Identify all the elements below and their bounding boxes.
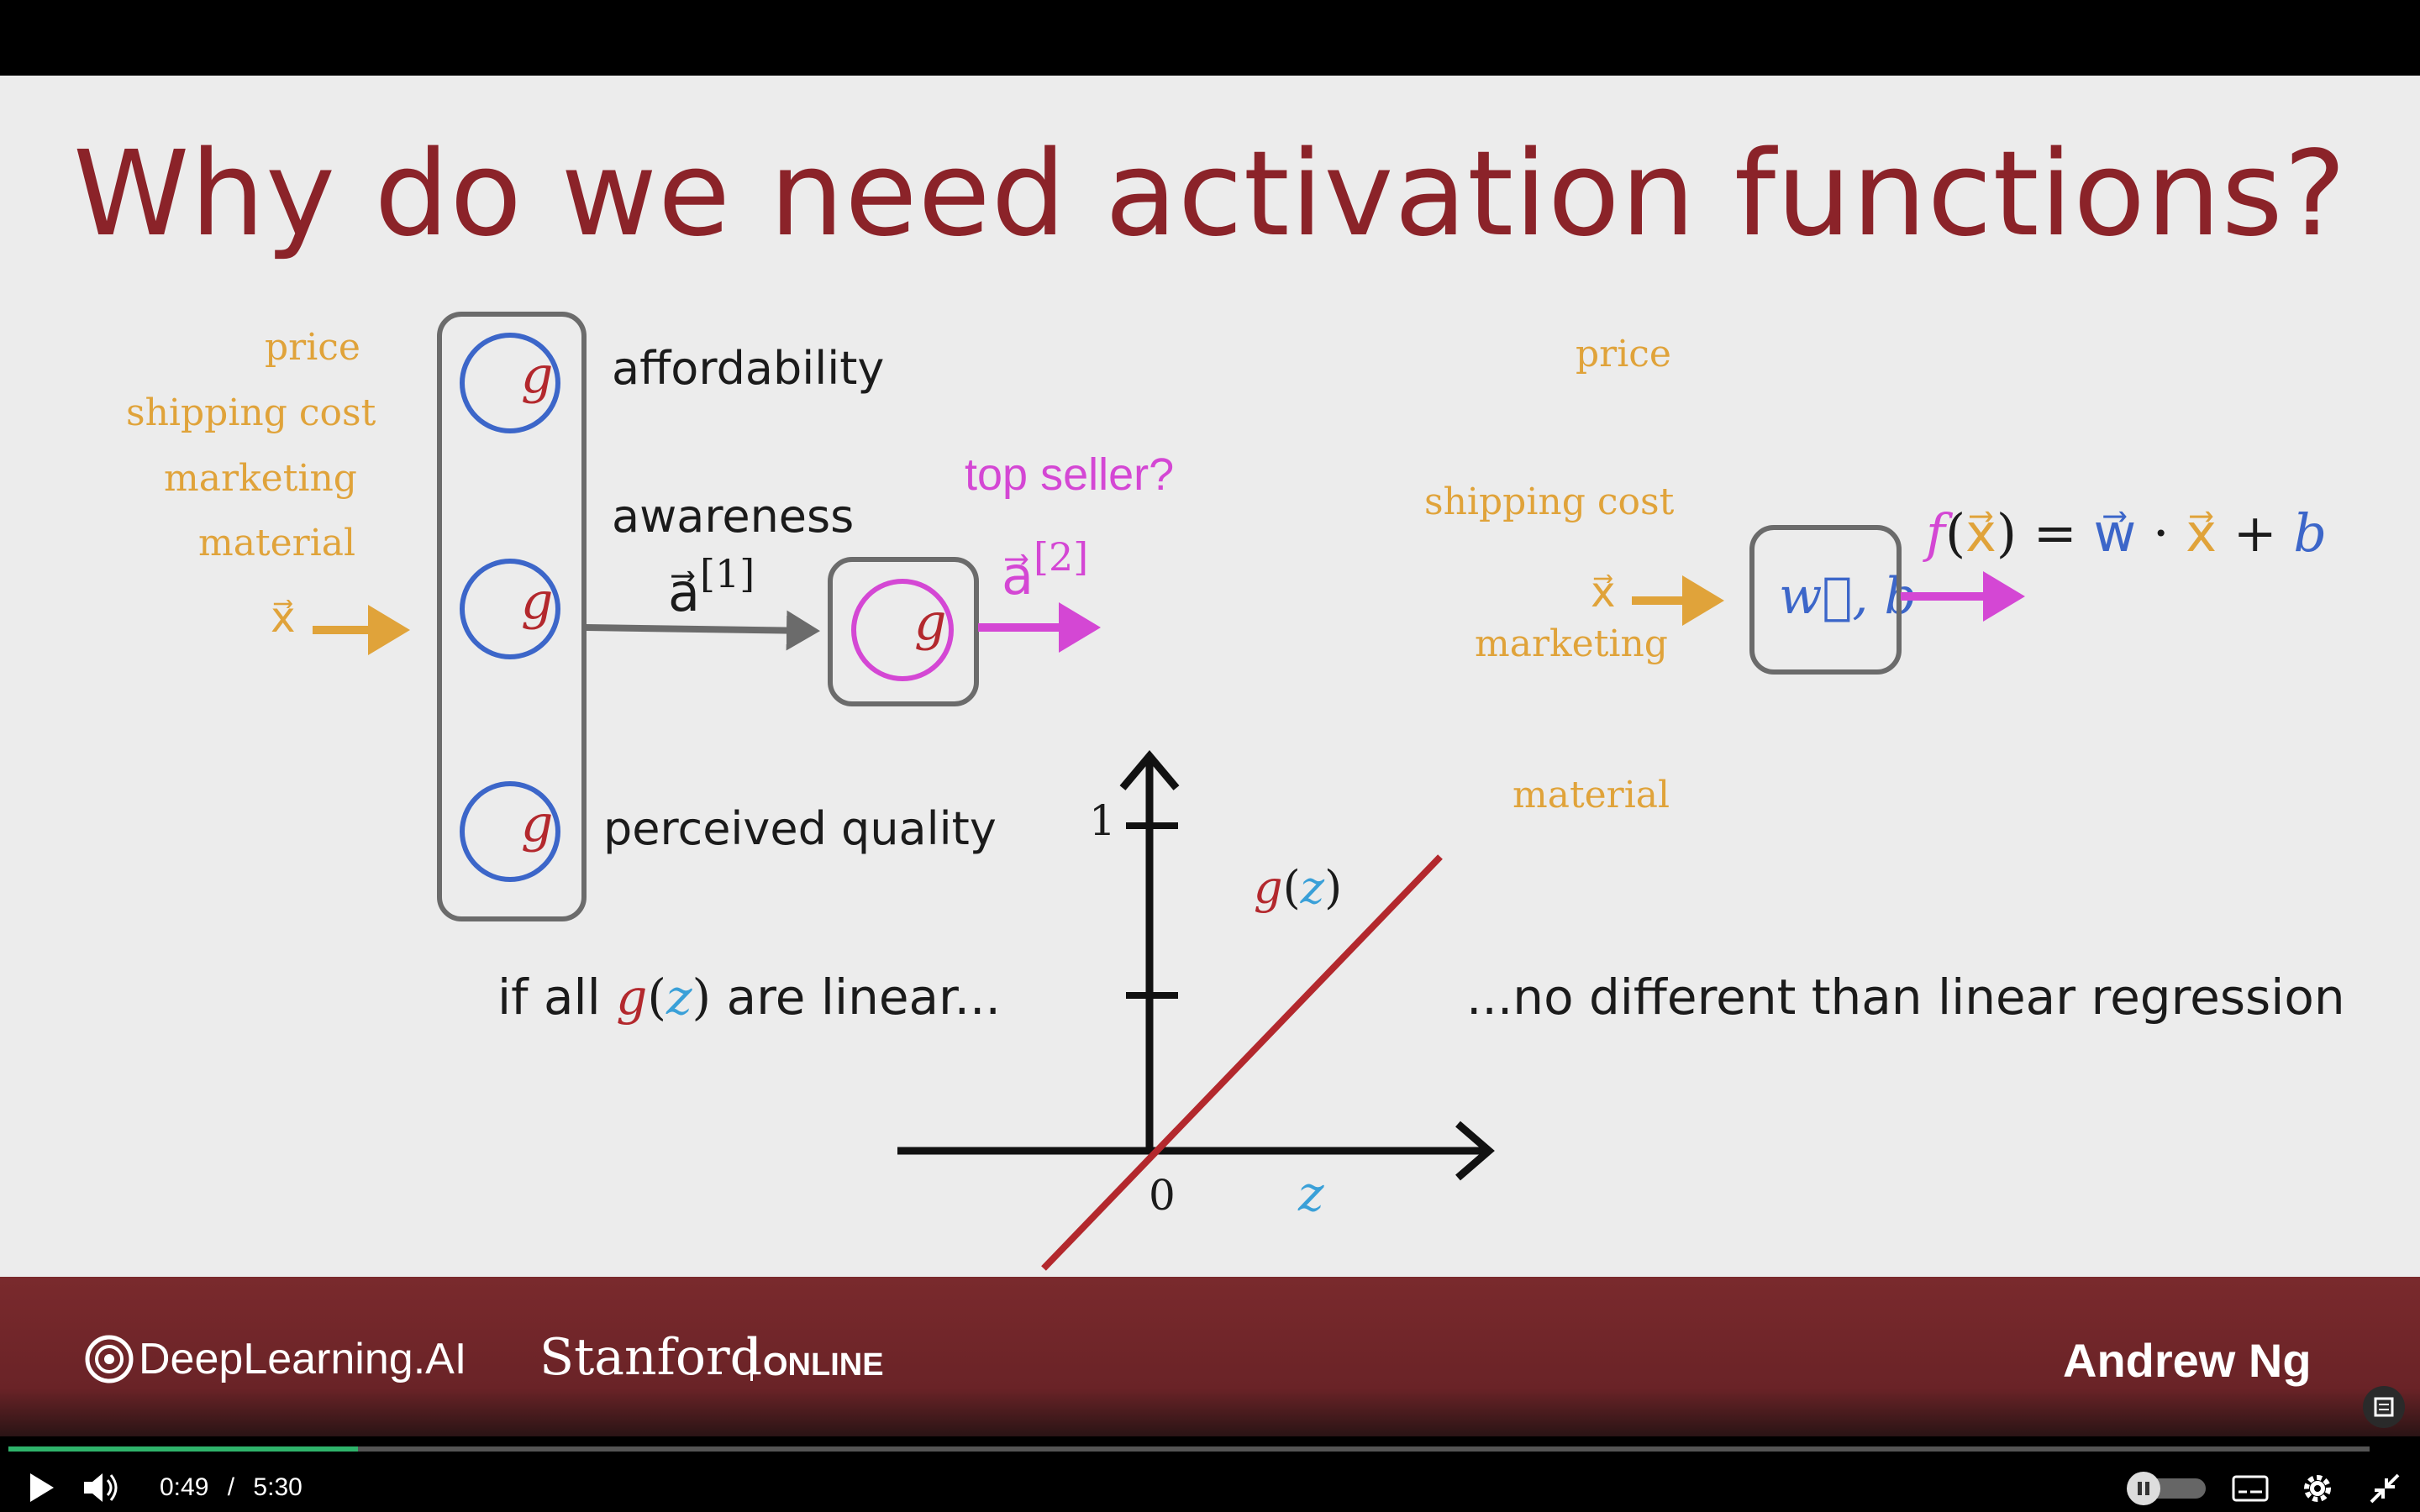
settings-gear-icon[interactable]	[2301, 1472, 2334, 1505]
autoplay-toggle[interactable]	[2127, 1472, 2206, 1505]
lecture-slide: Why do we need activation functions? pri…	[0, 76, 2420, 1277]
progress-track[interactable]	[8, 1446, 2370, 1452]
video-player-controls: 0:49 / 5:30	[0, 1436, 2420, 1512]
hidden-neuron-3-symbol: g	[521, 795, 554, 853]
autoplay-toggle-knob	[2127, 1472, 2160, 1505]
presenter-name: Andrew Ng	[2063, 1334, 2312, 1387]
time-display: 0:49 / 5:30	[160, 1475, 302, 1500]
captions-icon[interactable]	[2232, 1473, 2269, 1504]
brand-divider	[750, 1337, 753, 1381]
deeplearning-logo-icon	[85, 1335, 134, 1383]
letterbox-top	[0, 0, 2420, 76]
slide-footer: DeepLearning.AI Stanford ONLINE Andrew N…	[0, 1277, 2420, 1436]
brand-online: ONLINE	[763, 1347, 884, 1383]
output-neuron-symbol: g	[914, 593, 947, 652]
graph-linear-function	[1041, 854, 1443, 1271]
exit-fullscreen-icon[interactable]	[2368, 1472, 2402, 1505]
hidden-neuron-2-symbol: g	[521, 572, 554, 631]
volume-icon[interactable]	[82, 1470, 121, 1505]
brand-deeplearning: DeepLearning.AI	[139, 1335, 467, 1383]
brand-stanford: Stanford	[539, 1328, 763, 1387]
current-time: 0:49	[160, 1473, 209, 1501]
transcript-search-icon[interactable]	[2363, 1386, 2405, 1428]
linear-regression-box	[1749, 525, 1902, 675]
play-icon[interactable]	[25, 1470, 59, 1505]
hidden-to-output-arrow	[585, 610, 820, 651]
slide-diagram	[313, 312, 2025, 1271]
time-separator: /	[227, 1473, 235, 1501]
hidden-neuron-1-symbol: g	[521, 346, 554, 405]
progress-fill	[8, 1446, 358, 1452]
duration: 5:30	[253, 1473, 302, 1501]
